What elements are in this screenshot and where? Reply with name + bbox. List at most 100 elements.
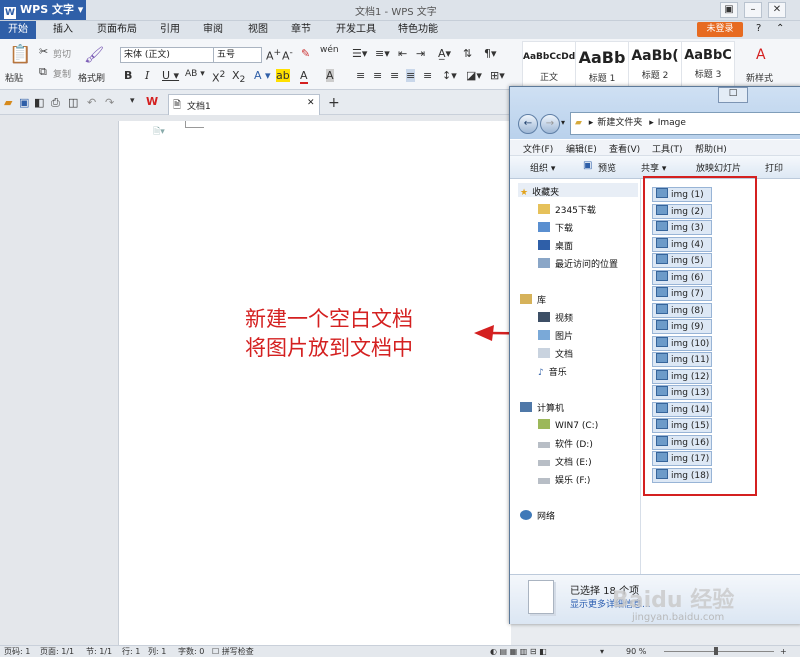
file-item[interactable]: img (9) bbox=[652, 319, 712, 334]
new-tab-button[interactable]: + bbox=[328, 95, 340, 111]
tab-sections[interactable]: 章节 bbox=[291, 21, 311, 39]
file-item[interactable]: img (4) bbox=[652, 237, 712, 252]
font-size-select[interactable]: 五号 bbox=[213, 47, 262, 63]
font-name-select[interactable]: 宋体 (正文) bbox=[120, 47, 217, 63]
nav-videos[interactable]: 视频 bbox=[538, 311, 573, 324]
superscript-icon[interactable]: X2 bbox=[212, 69, 225, 85]
file-item[interactable]: img (10) bbox=[652, 336, 712, 351]
app-menu-button[interactable]: W WPS 文字 ▾ bbox=[0, 0, 86, 20]
file-item[interactable]: img (3) bbox=[652, 220, 712, 235]
file-item[interactable]: img (2) bbox=[652, 204, 712, 219]
zoom-slider-thumb[interactable] bbox=[714, 647, 718, 655]
file-item[interactable]: img (6) bbox=[652, 270, 712, 285]
grow-font-icon[interactable]: A+ bbox=[266, 47, 281, 63]
highlight-icon[interactable]: ab bbox=[276, 69, 290, 82]
nav-desktop[interactable]: 桌面 bbox=[538, 239, 573, 252]
copy-button[interactable]: 复制 bbox=[53, 67, 71, 80]
open-icon[interactable]: ▰ bbox=[4, 96, 12, 109]
format-painter-icon[interactable]: 🖌 bbox=[84, 45, 104, 64]
minimize-button[interactable]: – bbox=[744, 2, 762, 18]
numbering-icon[interactable]: ≡▾ bbox=[375, 47, 390, 60]
maximize-button[interactable]: □ bbox=[718, 87, 748, 103]
nav-network[interactable]: 网络 bbox=[520, 509, 555, 522]
menu-edit[interactable]: 编辑(E) bbox=[566, 142, 597, 155]
new-style-icon[interactable]: A bbox=[756, 47, 766, 63]
nav-recent-places[interactable]: 最近访问的位置 bbox=[538, 257, 618, 270]
shrink-font-icon[interactable]: A- bbox=[282, 47, 293, 63]
nav-libraries[interactable]: 库 bbox=[520, 293, 546, 306]
undo-icon[interactable]: ↶ bbox=[87, 96, 96, 109]
borders-icon[interactable]: ⊞▾ bbox=[490, 69, 505, 82]
address-bar[interactable]: ▰ ▸ 新建文件夹 ▸ Image bbox=[570, 112, 800, 135]
print-preview-icon[interactable]: ◫ bbox=[68, 96, 78, 109]
redo-icon[interactable]: ↷ bbox=[105, 96, 114, 109]
copy-icon[interactable]: ⧉ bbox=[39, 65, 47, 79]
wps-home-icon[interactable]: W bbox=[146, 95, 158, 108]
tab-insert[interactable]: 插入 bbox=[53, 21, 73, 39]
file-item[interactable]: img (14) bbox=[652, 402, 712, 417]
recent-pages-icon[interactable]: ▾ bbox=[561, 118, 565, 127]
file-item[interactable]: img (5) bbox=[652, 253, 712, 268]
format-painter-button[interactable]: 格式刷 bbox=[78, 71, 105, 84]
indent-increase-icon[interactable]: ⇥ bbox=[416, 47, 425, 60]
customize-icon[interactable]: ▾ bbox=[130, 96, 135, 106]
cut-button[interactable]: 剪切 bbox=[53, 47, 71, 60]
preview-button[interactable]: 预览 bbox=[598, 161, 616, 174]
sort-icon[interactable]: ⇅ bbox=[463, 47, 472, 60]
scissors-icon[interactable]: ✂ bbox=[39, 45, 48, 58]
document-tab[interactable]: 🗎 文档1 ✕ bbox=[168, 94, 320, 115]
paste-icon[interactable]: 📋 bbox=[9, 44, 31, 65]
file-item[interactable]: img (8) bbox=[652, 303, 712, 318]
spell-check-toggle[interactable]: ☐ 拼写检查 bbox=[212, 646, 254, 657]
underline-icon[interactable]: U ▾ bbox=[162, 69, 179, 82]
document-page[interactable]: 🗎▾ bbox=[118, 121, 511, 645]
skin-icon[interactable]: ▣ bbox=[720, 2, 738, 18]
file-item[interactable]: img (1) bbox=[652, 187, 712, 202]
forward-button[interactable]: → bbox=[540, 114, 560, 134]
close-tab-icon[interactable]: ✕ bbox=[307, 98, 315, 108]
tab-view[interactable]: 视图 bbox=[248, 21, 268, 39]
tab-review[interactable]: 审阅 bbox=[203, 21, 223, 39]
nav-downloads[interactable]: 下载 bbox=[538, 221, 573, 234]
breadcrumb-new-folder[interactable]: 新建文件夹 bbox=[597, 118, 642, 128]
bold-icon[interactable]: B bbox=[124, 69, 132, 82]
output-pdf-icon[interactable]: ◧ bbox=[34, 96, 44, 109]
align-left-icon[interactable]: ≡ bbox=[356, 69, 365, 82]
tab-page-layout[interactable]: 页面布局 bbox=[97, 21, 137, 39]
tab-home[interactable]: 开始 bbox=[0, 21, 36, 39]
zoom-slider[interactable] bbox=[664, 651, 774, 652]
file-item[interactable]: img (15) bbox=[652, 418, 712, 433]
align-center-icon[interactable]: ≡ bbox=[373, 69, 382, 82]
organize-button[interactable]: 组织 ▾ bbox=[530, 161, 555, 174]
shading-icon[interactable]: ◪▾ bbox=[466, 69, 482, 82]
align-right-icon[interactable]: ≡ bbox=[390, 69, 399, 82]
nav-drive-f[interactable]: 娱乐 (F:) bbox=[538, 473, 590, 486]
style-normal[interactable]: AaBbCcDd 正文 bbox=[522, 41, 576, 87]
nav-favorites[interactable]: ★ 收藏夹 bbox=[520, 185, 559, 198]
line-spacing-icon[interactable]: ↕▾ bbox=[442, 69, 457, 82]
menu-file[interactable]: 文件(F) bbox=[523, 142, 553, 155]
help-icon[interactable]: ? bbox=[756, 23, 761, 34]
view-icons[interactable]: ◐ ▤ ▦ ▥ ⊟ ◧ bbox=[490, 646, 547, 657]
nav-music[interactable]: ♪ 音乐 bbox=[538, 365, 567, 378]
nav-drive-c[interactable]: WIN7 (C:) bbox=[538, 419, 598, 431]
paste-button[interactable]: 粘贴 bbox=[5, 71, 23, 84]
nav-drive-e[interactable]: 文档 (E:) bbox=[538, 455, 592, 468]
share-button[interactable]: 共享 ▾ bbox=[641, 161, 666, 174]
style-heading-2[interactable]: AaBb(标题 2 bbox=[628, 41, 682, 87]
nav-documents[interactable]: 文档 bbox=[538, 347, 573, 360]
nav-drive-d[interactable]: 软件 (D:) bbox=[538, 437, 593, 450]
subscript-icon[interactable]: X2 bbox=[232, 69, 245, 85]
tab-developer[interactable]: 开发工具 bbox=[336, 21, 376, 39]
new-style-button[interactable]: 新样式 bbox=[746, 71, 773, 84]
tab-references[interactable]: 引用 bbox=[160, 21, 180, 39]
slideshow-button[interactable]: 放映幻灯片 bbox=[696, 161, 741, 174]
style-heading-1[interactable]: AaBb 标题 1 bbox=[575, 41, 629, 87]
nav-pictures[interactable]: 图片 bbox=[538, 329, 573, 342]
zoom-in-icon[interactable]: + bbox=[780, 646, 787, 657]
close-button[interactable]: ✕ bbox=[768, 2, 786, 18]
bullets-icon[interactable]: ☰▾ bbox=[352, 47, 367, 60]
chinese-layout-icon[interactable]: A̲▾ bbox=[438, 47, 451, 60]
justify-icon[interactable]: ≡ bbox=[406, 69, 416, 82]
save-icon[interactable]: ▣ bbox=[19, 96, 29, 109]
